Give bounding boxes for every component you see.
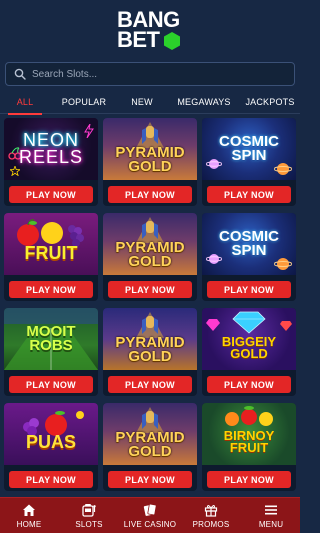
gem-icon: [206, 319, 220, 331]
game-card[interactable]: BIGGEIY GOLD PLAY NOW: [202, 308, 296, 396]
game-card[interactable]: PYRAMID GOLD PLAY NOW: [103, 403, 197, 491]
home-icon: [23, 504, 35, 516]
search-input[interactable]: [32, 68, 282, 80]
game-title-line2: SPIN: [231, 147, 267, 164]
fruits-icon: [225, 406, 273, 426]
hexagon-logo-icon: [164, 32, 180, 50]
nav-promos[interactable]: PROMOS: [180, 498, 242, 533]
game-thumbnail[interactable]: COSMIC SPIN: [202, 118, 296, 180]
gem-icon: [280, 321, 292, 331]
game-title: NEON REELS: [18, 131, 84, 167]
game-card[interactable]: PYRAMID GOLD PLAY NOW: [103, 118, 197, 206]
game-title: MOOIT ROBS: [26, 324, 75, 354]
play-now-button[interactable]: PLAY NOW: [9, 471, 93, 488]
game-title: BIGGEIY GOLD: [222, 334, 276, 361]
game-title-line2: REELS: [18, 147, 84, 167]
play-now-button[interactable]: PLAY NOW: [207, 281, 291, 298]
game-title: FRUIT: [24, 243, 78, 264]
game-thumbnail[interactable]: PYRAMID GOLD: [103, 308, 197, 370]
tab-popular[interactable]: POPULAR: [56, 90, 112, 114]
play-now-button[interactable]: PLAY NOW: [108, 186, 192, 203]
game-title: PYRAMID GOLD: [115, 145, 184, 175]
game-card[interactable]: COSMIC SPIN PLAY NOW: [202, 213, 296, 301]
diamond-icon: [232, 311, 266, 334]
nav-slots[interactable]: SLOTS: [58, 498, 120, 533]
tab-all[interactable]: ALL: [8, 90, 42, 115]
nav-menu[interactable]: MENU: [242, 498, 300, 533]
game-title: COSMIC SPIN: [219, 134, 279, 164]
game-thumbnail[interactable]: BIRNOY FRUIT: [202, 403, 296, 465]
lightning-icon: [84, 124, 94, 138]
nav-live-casino[interactable]: LIVE CASINO: [120, 498, 180, 533]
game-thumbnail[interactable]: COSMIC SPIN: [202, 213, 296, 275]
game-title-line1: PUAS: [25, 432, 76, 453]
game-title-line2: GOLD: [128, 253, 172, 270]
bottom-navigation: HOME SLOTS LIVE CASINO PROMOS MENU: [0, 497, 300, 533]
game-thumbnail[interactable]: PYRAMID GOLD: [103, 403, 197, 465]
play-now-button[interactable]: PLAY NOW: [207, 471, 291, 488]
search-icon: [14, 68, 26, 80]
header: BANG BET: [0, 0, 300, 58]
play-now-button[interactable]: PLAY NOW: [108, 376, 192, 393]
play-now-button[interactable]: PLAY NOW: [9, 376, 93, 393]
nav-home[interactable]: HOME: [0, 498, 58, 533]
play-now-button[interactable]: PLAY NOW: [207, 376, 291, 393]
game-grid: NEON REELS PLAY NOW PYRAMID GOLD PLAY NO…: [4, 118, 296, 491]
tab-megaways[interactable]: MEGAWAYS: [172, 90, 236, 114]
gift-icon: [204, 505, 218, 517]
nav-live-casino-label: LIVE CASINO: [123, 520, 177, 529]
game-title-line2: FRUIT: [229, 440, 269, 455]
logo-text-line2: BET: [117, 27, 160, 52]
nav-slots-label: SLOTS: [75, 520, 103, 529]
play-now-button[interactable]: PLAY NOW: [9, 281, 93, 298]
game-thumbnail[interactable]: FRUIT: [4, 213, 98, 275]
play-now-button[interactable]: PLAY NOW: [9, 186, 93, 203]
game-card[interactable]: PUAS PLAY NOW: [4, 403, 98, 491]
game-title: PYRAMID GOLD: [115, 335, 184, 365]
nav-promos-label: PROMOS: [192, 520, 230, 529]
game-title-line2: GOLD: [128, 348, 172, 365]
play-now-button[interactable]: PLAY NOW: [108, 281, 192, 298]
hamburger-menu-icon: [265, 505, 277, 515]
game-thumbnail[interactable]: MOOIT ROBS: [4, 308, 98, 370]
game-title-line2: GOLD: [230, 346, 268, 361]
star-icon: [10, 166, 20, 176]
search-bar[interactable]: [5, 62, 295, 86]
game-thumbnail[interactable]: NEON REELS: [4, 118, 98, 180]
game-title: PUAS: [25, 432, 76, 453]
game-title-line2: SPIN: [231, 242, 267, 259]
game-title: COSMIC SPIN: [219, 229, 279, 259]
tab-new[interactable]: NEW: [125, 90, 159, 114]
game-thumbnail[interactable]: PUAS: [4, 403, 98, 465]
play-now-button[interactable]: PLAY NOW: [207, 186, 291, 203]
slot-machine-icon: [82, 504, 96, 517]
game-card[interactable]: PYRAMID GOLD PLAY NOW: [103, 308, 197, 396]
game-card[interactable]: BIRNOY FRUIT PLAY NOW: [202, 403, 296, 491]
game-card[interactable]: PYRAMID GOLD PLAY NOW: [103, 213, 197, 301]
game-card[interactable]: FRUIT PLAY NOW: [4, 213, 98, 301]
game-card[interactable]: NEON REELS PLAY NOW: [4, 118, 98, 206]
game-title-line1: FRUIT: [24, 243, 78, 264]
game-thumbnail[interactable]: PYRAMID GOLD: [103, 118, 197, 180]
game-title: BIRNOY FRUIT: [224, 428, 275, 455]
game-card[interactable]: COSMIC SPIN PLAY NOW: [202, 118, 296, 206]
game-card[interactable]: MOOIT ROBS PLAY NOW: [4, 308, 98, 396]
tab-jackpots[interactable]: JACKPOTS: [242, 90, 298, 114]
game-title: PYRAMID GOLD: [115, 430, 184, 460]
play-now-button[interactable]: PLAY NOW: [108, 471, 192, 488]
nav-home-label: HOME: [16, 520, 42, 529]
game-title-line2: ROBS: [29, 337, 73, 354]
category-tabs: ALL POPULAR NEW MEGAWAYS JACKPOTS: [0, 90, 300, 115]
bangbet-logo[interactable]: BANG BET: [115, 7, 185, 51]
nav-menu-label: MENU: [258, 520, 284, 529]
game-title-line2: GOLD: [128, 158, 172, 175]
game-title: PYRAMID GOLD: [115, 240, 184, 270]
game-thumbnail[interactable]: BIGGEIY GOLD: [202, 308, 296, 370]
playing-cards-icon: [143, 503, 157, 516]
game-thumbnail[interactable]: PYRAMID GOLD: [103, 213, 197, 275]
game-title-line2: GOLD: [128, 443, 172, 460]
